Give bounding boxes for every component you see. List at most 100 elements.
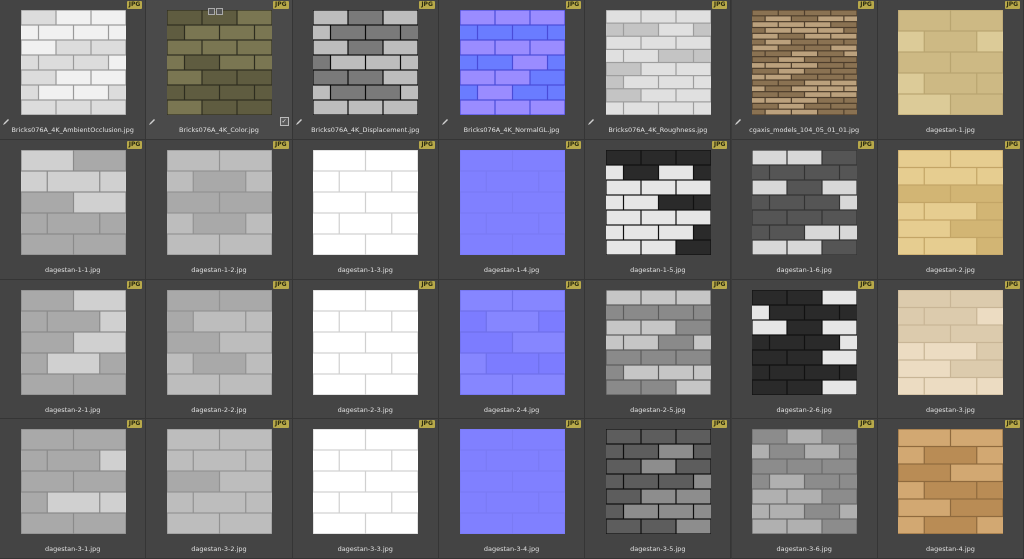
texture-thumbnail[interactable] [752, 149, 858, 255]
texture-thumbnail[interactable] [166, 289, 272, 395]
file-name-label: Bricks076A_4K_Roughness.jpg [608, 126, 708, 134]
file-name-label: dagestan-2-6.jpg [776, 405, 832, 414]
texture-thumbnail[interactable] [313, 429, 419, 535]
file-name-label: dagestan-1-4.jpg [483, 265, 540, 274]
texture-tile[interactable]: JPG dagestan-1-4.jpg [438, 139, 586, 280]
texture-tile[interactable]: JPG dagestan-1-2.jpg [146, 139, 293, 280]
texture-thumbnail[interactable] [605, 10, 711, 115]
pencil-icon[interactable] [734, 118, 742, 126]
texture-thumbnail[interactable] [752, 10, 858, 115]
texture-tile[interactable]: JPG dagestan-3-2.jpg [146, 419, 293, 559]
texture-tile[interactable]: JPG dagestan-3-1.jpg [0, 419, 147, 559]
file-name-label: dagestan-2-1.jpg [44, 405, 101, 414]
texture-preview-image [459, 429, 565, 535]
texture-preview-image [752, 149, 858, 255]
texture-tile[interactable]: JPG dagestan-1-3.jpg [292, 139, 439, 280]
file-name-label: Bricks076A_4K_AmbientOcclusion.jpg [11, 126, 134, 134]
texture-thumbnail[interactable] [605, 149, 711, 255]
texture-thumbnail[interactable] [313, 289, 419, 395]
pencil-icon[interactable] [148, 118, 156, 126]
file-type-badge: JPG [1004, 140, 1021, 149]
texture-thumbnail[interactable] [166, 429, 272, 535]
file-type-badge: JPG [273, 280, 289, 289]
file-type-badge: JPG [419, 140, 435, 149]
texture-thumbnail[interactable] [898, 429, 1004, 535]
texture-thumbnail[interactable] [898, 289, 1004, 395]
texture-tile[interactable]: JPG ✓ Bricks076A_4K_Color.jpg [146, 0, 293, 140]
texture-tile[interactable]: JPG dagestan-1-1.jpg [0, 139, 147, 280]
texture-thumbnail[interactable] [20, 289, 126, 395]
file-name-label: dagestan-1-6.jpg [776, 265, 832, 274]
file-name-label: dagestan-3.jpg [926, 405, 975, 414]
texture-tile[interactable]: JPG dagestan-4.jpg [877, 419, 1024, 559]
texture-thumbnail[interactable] [752, 429, 858, 535]
texture-thumbnail[interactable] [313, 10, 419, 115]
texture-thumbnail[interactable] [605, 429, 711, 535]
texture-tile[interactable]: JPG dagestan-2-6.jpg [731, 279, 878, 420]
texture-thumbnail[interactable] [605, 289, 711, 395]
texture-thumbnail[interactable] [459, 429, 565, 535]
texture-thumbnail[interactable] [459, 149, 565, 255]
texture-preview-image [605, 10, 711, 115]
texture-tile[interactable]: JPG Bricks076A_4K_NormalGL.jpg [438, 0, 586, 140]
texture-tile[interactable]: JPG dagestan-3.jpg [877, 279, 1024, 420]
texture-preview-image [898, 149, 1004, 255]
file-type-badge: JPG [565, 280, 582, 289]
file-type-badge: JPG [711, 1, 728, 9]
texture-thumbnail[interactable] [20, 10, 126, 115]
file-type-badge: JPG [126, 1, 143, 9]
texture-preview-image [898, 10, 1004, 115]
file-type-badge: JPG [419, 280, 435, 289]
texture-thumbnail[interactable] [313, 149, 419, 255]
texture-tile[interactable]: JPG dagestan-3-6.jpg [731, 419, 878, 559]
file-type-badge: JPG [126, 140, 143, 149]
texture-thumbnail[interactable] [459, 289, 565, 395]
texture-tile[interactable]: JPG dagestan-1-6.jpg [731, 139, 878, 280]
texture-tile[interactable]: JPG Bricks076A_4K_Roughness.jpg [585, 0, 732, 140]
texture-tile[interactable]: JPG dagestan-2-5.jpg [585, 279, 732, 420]
texture-thumbnail[interactable] [898, 10, 1004, 115]
file-type-badge: JPG [419, 1, 435, 9]
file-name-label: dagestan-2.jpg [926, 265, 975, 274]
pencil-icon[interactable] [295, 118, 303, 126]
texture-tile[interactable]: JPG dagestan-1-5.jpg [585, 139, 732, 280]
texture-thumbnail[interactable] [752, 289, 858, 395]
texture-tile[interactable]: JPG dagestan-3-4.jpg [438, 419, 586, 559]
texture-tile[interactable]: JPG Bricks076A_4K_Displacement.jpg [292, 0, 439, 140]
file-type-badge: JPG [273, 1, 289, 9]
texture-tile[interactable]: JPG Bricks076A_4K_AmbientOcclusion.jpg [0, 0, 147, 140]
selection-checkbox[interactable]: ✓ [279, 117, 289, 126]
file-type-badge: JPG [858, 420, 874, 429]
pencil-icon[interactable] [587, 118, 595, 126]
file-type-badge: JPG [273, 140, 289, 149]
texture-tile[interactable]: JPG dagestan-3-3.jpg [292, 419, 439, 559]
texture-thumbnail[interactable] [20, 429, 126, 535]
edit-icon[interactable] [216, 8, 224, 15]
texture-thumbnail[interactable] [166, 149, 272, 255]
file-name-label: dagestan-2-5.jpg [630, 405, 686, 414]
pencil-icon[interactable] [441, 118, 449, 126]
texture-tile[interactable]: JPG cgaxis_models_104_05_01_01.jpg [731, 0, 878, 140]
texture-thumbnail[interactable] [898, 149, 1004, 255]
texture-thumbnail[interactable] [20, 149, 126, 255]
texture-preview-image [166, 149, 272, 255]
pencil-icon[interactable] [2, 118, 10, 126]
texture-tile[interactable]: JPG dagestan-2.jpg [877, 139, 1024, 280]
texture-tile[interactable]: JPG dagestan-1.jpg [877, 0, 1024, 140]
file-type-badge: JPG [1004, 280, 1021, 289]
texture-thumbnail[interactable] [459, 10, 565, 115]
file-type-badge: JPG [126, 420, 143, 429]
file-type-badge: JPG [273, 420, 289, 429]
expand-icon[interactable] [208, 8, 216, 15]
file-type-badge: JPG [858, 1, 874, 9]
texture-tile[interactable]: JPG dagestan-2-4.jpg [438, 279, 586, 420]
texture-preview-image [166, 429, 272, 535]
texture-tile[interactable]: JPG dagestan-2-3.jpg [292, 279, 439, 420]
file-name-label: dagestan-2-3.jpg [337, 405, 393, 414]
file-type-badge: JPG [711, 420, 728, 429]
texture-tile[interactable]: JPG dagestan-2-2.jpg [146, 279, 293, 420]
texture-thumbnail[interactable] [166, 10, 272, 115]
texture-tile[interactable]: JPG dagestan-2-1.jpg [0, 279, 147, 420]
texture-grid: JPG Bricks076A_4K_AmbientOcclusion.jpg JPG… [0, 0, 1024, 559]
texture-tile[interactable]: JPG dagestan-3-5.jpg [585, 419, 732, 559]
